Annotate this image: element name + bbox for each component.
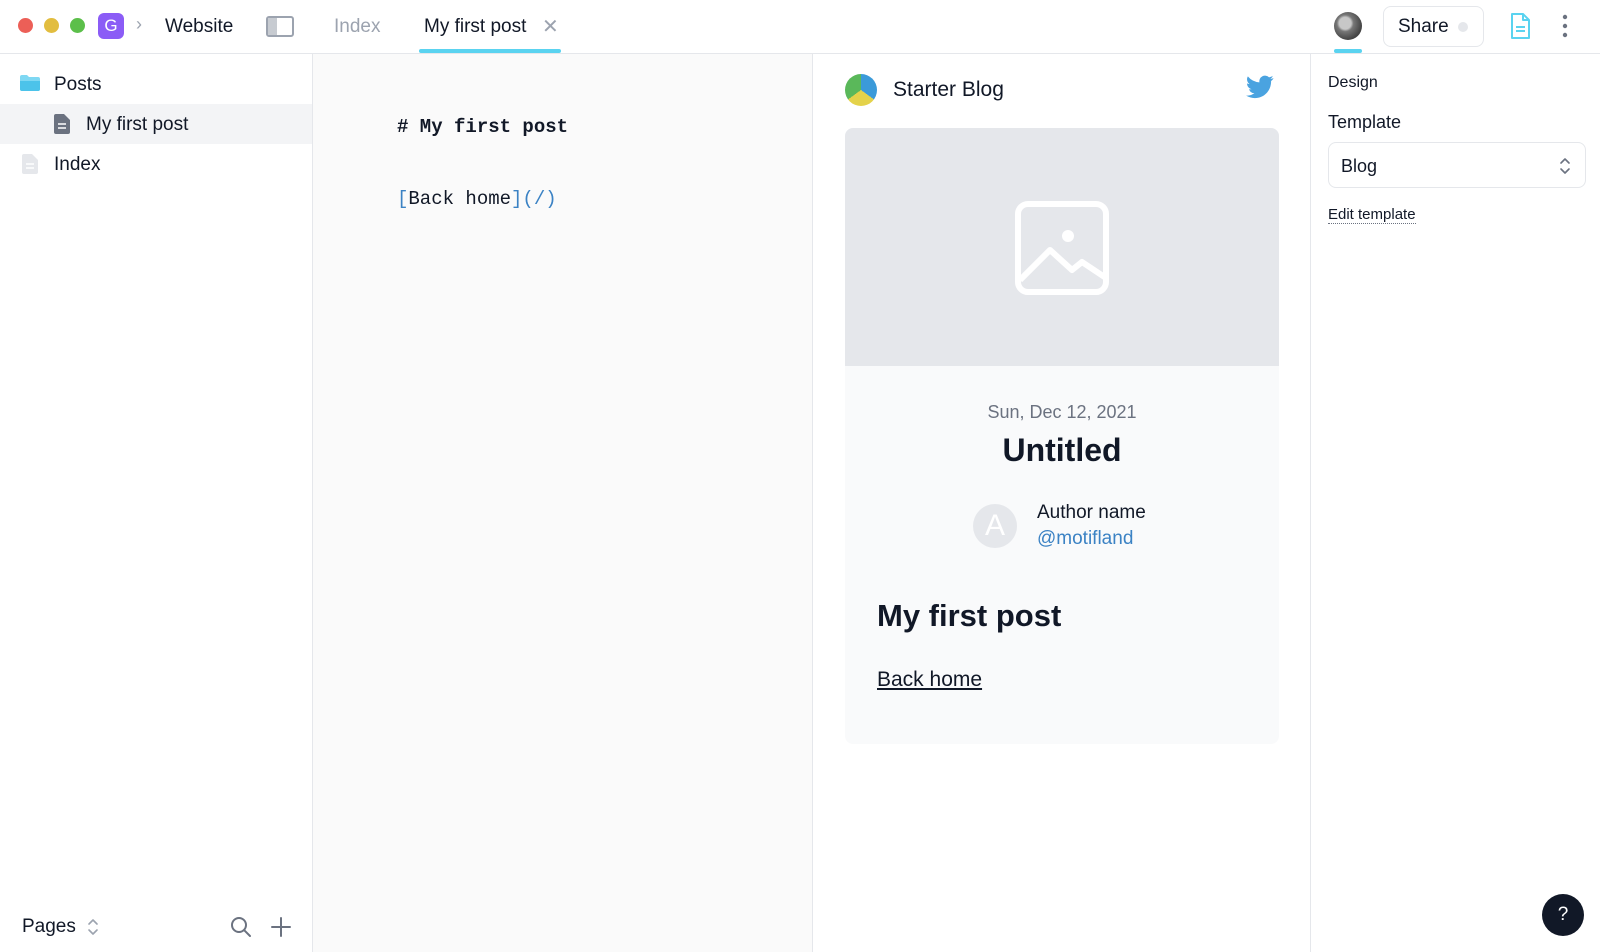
sidebar-item-posts[interactable]: Posts [0,64,312,104]
post-card: Sun, Dec 12, 2021 Untitled A Author name… [845,128,1279,744]
post-date: Sun, Dec 12, 2021 [987,402,1137,422]
workspace-badge[interactable]: G [98,13,124,39]
share-button[interactable]: Share [1383,6,1484,47]
tab-index[interactable]: Index [334,16,380,38]
sidebar-item-my-first-post[interactable]: My first post [0,104,312,144]
edit-template-link[interactable]: Edit template [1328,206,1416,224]
author-handle-link[interactable]: @motifland [1037,528,1133,550]
file-icon [22,154,38,174]
more-options-icon[interactable] [1562,14,1568,38]
editor-link-target: / [533,188,546,210]
chevron-right-icon: › [136,14,142,34]
sidebar-item-label: My first post [86,114,189,135]
blog-logo [845,74,877,106]
editor-heading-line[interactable]: # My first post [397,116,568,138]
share-status-dot [1458,22,1468,32]
sidebar-item-label: Posts [54,74,102,95]
editor-link-line[interactable]: [Back home](/) [397,188,557,210]
back-home-link[interactable]: Back home [877,668,982,692]
document-icon[interactable] [1510,13,1531,40]
tab-my-first-post[interactable]: My first post [424,16,526,38]
workspace-name[interactable]: Website [165,16,233,38]
minimize-window-button[interactable] [44,18,59,33]
maximize-window-button[interactable] [70,18,85,33]
cover-image-placeholder [845,128,1279,366]
template-select-value: Blog [1341,156,1378,176]
sidebar-toggle-icon[interactable] [266,16,294,37]
pages-selector-label[interactable]: Pages [22,916,76,938]
twitter-icon[interactable] [1246,75,1274,99]
author-name: Author name [1037,502,1146,523]
design-panel-title: Design [1328,74,1378,91]
close-tab-icon[interactable]: ✕ [542,14,559,39]
markdown-editor[interactable]: # My first post [Back home](/) [313,54,813,952]
template-select[interactable]: Blog [1328,142,1586,188]
link-paren-close: ) [545,188,557,210]
chevron-up-down-icon[interactable] [87,916,99,938]
link-bracket-close: ]( [511,188,534,210]
active-tab-indicator [419,49,561,53]
sidebar: Posts My first post Index Pages [0,54,313,952]
sidebar-item-index[interactable]: Index [0,144,312,184]
template-label: Template [1328,112,1402,132]
top-bar: G › Website Index My first post ✕ Share [0,0,1600,54]
file-icon [54,114,70,134]
content-heading: My first post [877,598,1062,633]
search-icon[interactable] [230,916,252,938]
post-title: Untitled [1002,432,1122,468]
help-button[interactable]: ? [1542,894,1584,936]
link-bracket-open: [ [397,188,409,210]
blog-name[interactable]: Starter Blog [893,78,1004,102]
close-window-button[interactable] [18,18,33,33]
chevron-up-down-icon [1560,158,1570,174]
user-avatar[interactable] [1334,12,1362,40]
author-avatar: A [973,504,1017,548]
editor-link-text: Back home [408,188,512,210]
preview-pane: Starter Blog Sun, Dec 12, 2021 Untitled … [813,54,1310,952]
sidebar-item-label: Index [54,154,101,175]
design-panel: Design Template Blog Edit template [1310,54,1600,952]
avatar-indicator [1334,49,1362,53]
image-icon [1015,201,1109,295]
folder-icon [20,75,40,91]
add-page-icon[interactable] [270,916,292,938]
